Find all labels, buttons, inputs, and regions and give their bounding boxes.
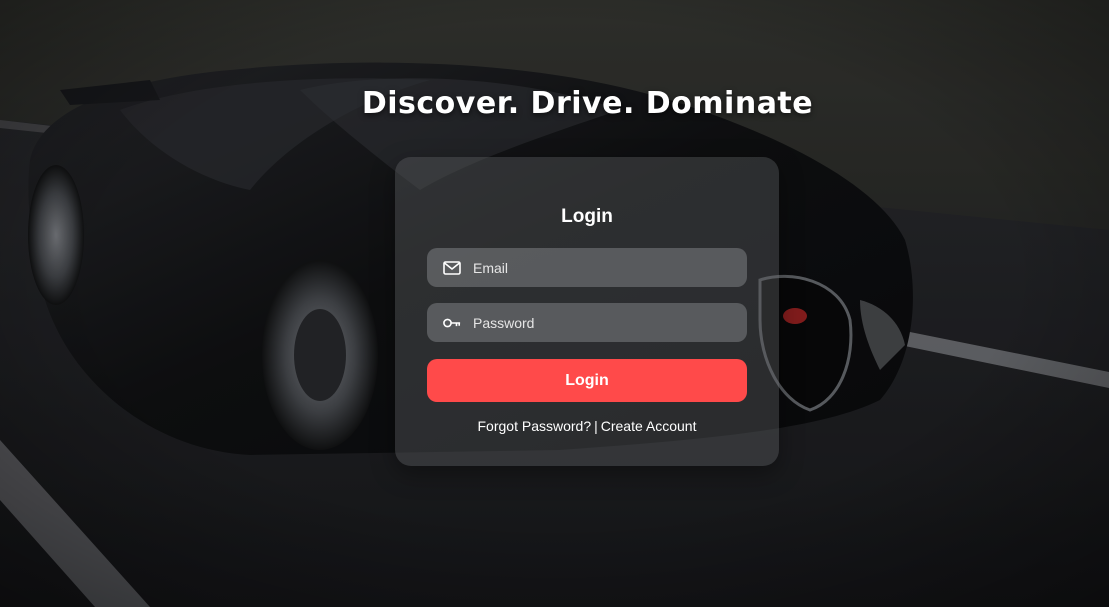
hero-tagline: Discover. Drive. Dominate: [361, 86, 814, 121]
login-button[interactable]: Login: [427, 359, 747, 402]
password-input[interactable]: [473, 314, 723, 331]
forgot-password-link[interactable]: Forgot Password?: [478, 418, 592, 434]
key-icon: [443, 314, 461, 332]
email-input[interactable]: [473, 259, 723, 276]
login-page: Discover. Drive. Dominate Login Login: [0, 0, 1109, 607]
email-field[interactable]: [427, 248, 747, 287]
login-card: Login Login Forgot Password?|Create Acc: [395, 157, 779, 466]
mail-icon: [443, 259, 461, 277]
links-separator: |: [594, 418, 598, 434]
create-account-link[interactable]: Create Account: [601, 418, 697, 434]
password-field[interactable]: [427, 303, 747, 342]
login-title: Login: [561, 206, 613, 227]
account-links: Forgot Password? | Create Account: [395, 418, 779, 434]
